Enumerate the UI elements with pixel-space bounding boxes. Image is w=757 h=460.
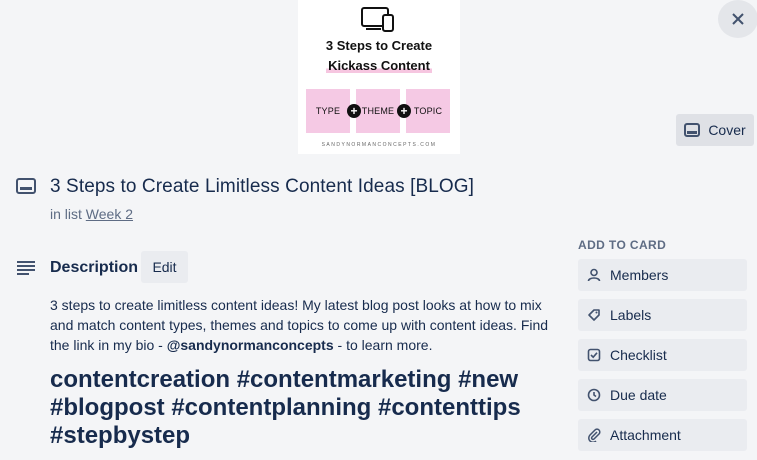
cover-button-label: Cover [708, 122, 746, 138]
tile-type: TYPE [306, 89, 350, 133]
devices-icon [361, 7, 394, 32]
cover-button[interactable]: Cover [676, 114, 754, 146]
due-date-button[interactable]: Due date [578, 379, 747, 411]
description-heading: Description [50, 259, 139, 276]
person-icon [586, 267, 602, 283]
close-button[interactable] [718, 0, 757, 38]
tile-topic: TOPIC [406, 89, 450, 133]
description-hashtags: contentcreation #contentmarketing #new #… [50, 366, 521, 449]
plus-icon: + [347, 104, 361, 118]
card-icon [16, 178, 36, 194]
card-cover-area: 3 Steps to Create Kickass Content TYPE +… [0, 0, 757, 155]
checklist-button[interactable]: Checklist [578, 339, 747, 371]
tag-icon [586, 307, 602, 323]
clock-icon [586, 387, 602, 403]
plus-icon: + [397, 104, 411, 118]
labels-button[interactable]: Labels [578, 299, 747, 331]
mention: @sandynormanconcepts [166, 337, 334, 353]
edit-description-button[interactable]: Edit [141, 251, 188, 283]
close-icon [732, 13, 744, 25]
in-list-text: in list Week 2 [50, 206, 134, 222]
members-button[interactable]: Members [578, 259, 747, 291]
list-link[interactable]: Week 2 [86, 206, 133, 222]
checkbox-icon [586, 347, 602, 363]
cover-title-line2: Kickass Content [326, 58, 432, 73]
cover-footer: SANDYNORMANCONCEPTS.COM [321, 142, 437, 148]
paperclip-icon [586, 427, 602, 443]
card-title[interactable]: 3 Steps to Create Limitless Content Idea… [50, 176, 474, 198]
card-cover-icon [684, 123, 701, 137]
tile-theme: THEME [356, 89, 400, 133]
add-to-card-heading: ADD TO CARD [578, 238, 667, 252]
description-icon [17, 261, 35, 275]
attachment-button[interactable]: Attachment [578, 419, 747, 451]
description-text[interactable]: 3 steps to create limitless content idea… [50, 295, 560, 355]
cover-image: 3 Steps to Create Kickass Content TYPE +… [298, 0, 460, 154]
cover-title-line1: 3 Steps to Create [325, 38, 433, 53]
cover-tiles: TYPE + THEME + TOPIC [306, 89, 450, 133]
